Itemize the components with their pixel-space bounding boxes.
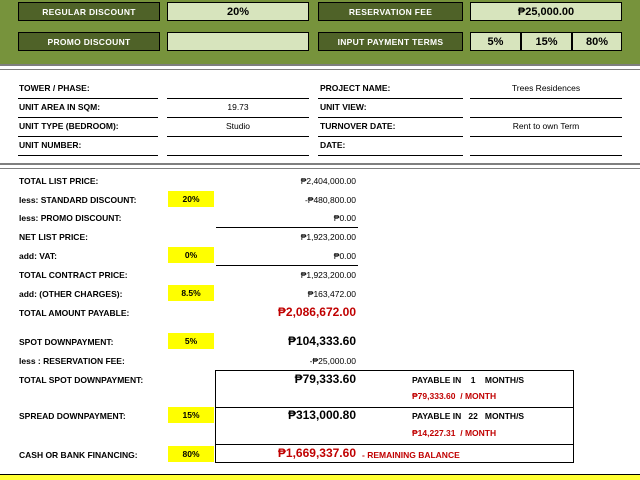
subtotal-line (216, 227, 358, 228)
total-spot-label: TOTAL SPOT DOWNPAYMENT: (19, 375, 144, 385)
regular-discount-label: REGULAR DISCOUNT (18, 2, 160, 21)
project-label: PROJECT NAME: (320, 83, 391, 93)
schedule-divider (215, 444, 574, 445)
row-line (470, 117, 622, 118)
total-spot-value: ₱79,333.60 (294, 372, 356, 386)
remaining-balance-note: - REMAINING BALANCE (362, 450, 460, 460)
row-line (18, 117, 158, 118)
payment-term-2[interactable]: 15% (521, 32, 572, 51)
row-line (167, 98, 309, 99)
payment-terms-label: INPUT PAYMENT TERMS (318, 32, 463, 51)
date-label: DATE: (320, 140, 346, 150)
total-spot-payable-text: PAYABLE IN 1 MONTH/S (412, 375, 525, 385)
payment-term-1[interactable]: 5% (470, 32, 521, 51)
section-divider (0, 64, 640, 70)
payment-term-3[interactable]: 80% (572, 32, 622, 51)
spread-monthly: ₱14,227.31 / MONTH (412, 428, 497, 438)
turnover-value[interactable]: Rent to own Term (470, 121, 622, 131)
bottom-strip (0, 474, 640, 480)
spot-dp-value: ₱104,333.60 (287, 334, 356, 348)
number-label: UNIT NUMBER: (19, 140, 82, 150)
tcp-label: TOTAL CONTRACT PRICE: (19, 270, 128, 280)
total-payable-value: ₱2,086,672.00 (277, 305, 356, 319)
financing-value: ₱1,669,337.60 (277, 446, 356, 460)
area-value[interactable]: 19.73 (167, 102, 309, 112)
promo-discount-row-value: ₱0.00 (333, 213, 356, 223)
res-fee-value: -₱25,000.00 (309, 356, 356, 366)
other-charges-pct[interactable]: 8.5% (168, 285, 214, 301)
row-line (318, 117, 463, 118)
spread-payable-text: PAYABLE IN 22 MONTH/S (412, 411, 525, 421)
financing-pct[interactable]: 80% (168, 446, 214, 462)
std-discount-label: less: STANDARD DISCOUNT: (19, 195, 137, 205)
row-line (167, 155, 309, 156)
row-line (470, 155, 622, 156)
other-charges-label: add: (OTHER CHARGES): (19, 289, 123, 299)
std-discount-value: -₱480,800.00 (304, 195, 356, 205)
std-discount-pct[interactable]: 20% (168, 191, 214, 207)
spread-dp-label: SPREAD DOWNPAYMENT: (19, 411, 126, 421)
total-list-price-value: ₱2,404,000.00 (300, 176, 356, 186)
reservation-fee-field[interactable]: ₱25,000.00 (470, 2, 622, 21)
vat-label: add: VAT: (19, 251, 57, 261)
total-payable-label: TOTAL AMOUNT PAYABLE: (19, 308, 130, 318)
project-value[interactable]: Trees Residences (470, 83, 622, 93)
spread-dp-pct[interactable]: 15% (168, 407, 214, 423)
row-line (18, 136, 158, 137)
financing-label: CASH OR BANK FINANCING: (19, 450, 138, 460)
vat-pct[interactable]: 0% (168, 247, 214, 263)
type-value[interactable]: Studio (167, 121, 309, 131)
row-line (318, 136, 463, 137)
view-label: UNIT VIEW: (320, 102, 367, 112)
total-list-price-label: TOTAL LIST PRICE: (19, 176, 99, 186)
spot-dp-pct[interactable]: 5% (168, 333, 214, 349)
row-line (167, 117, 309, 118)
section-divider (0, 163, 640, 169)
type-label: UNIT TYPE (BEDROOM): (19, 121, 119, 131)
net-list-price-label: NET LIST PRICE: (19, 232, 88, 242)
subtotal-line (216, 265, 358, 266)
promo-discount-label: PROMO DISCOUNT (18, 32, 160, 51)
row-line (318, 155, 463, 156)
row-line (470, 136, 622, 137)
row-line (18, 98, 158, 99)
reservation-fee-label: RESERVATION FEE (318, 2, 463, 21)
area-label: UNIT AREA IN SQM: (19, 102, 101, 112)
total-spot-monthly: ₱79,333.60 / MONTH (412, 391, 497, 401)
vat-value: ₱0.00 (333, 251, 356, 261)
tcp-value: ₱1,923,200.00 (300, 270, 356, 280)
regular-discount-field[interactable]: 20% (167, 2, 309, 21)
row-line (18, 155, 158, 156)
promo-discount-field[interactable] (167, 32, 309, 51)
turnover-label: TURNOVER DATE: (320, 121, 396, 131)
row-line (318, 98, 463, 99)
row-line (470, 98, 622, 99)
tower-label: TOWER / PHASE: (19, 83, 90, 93)
spread-dp-value: ₱313,000.80 (287, 408, 356, 422)
promo-discount-row-label: less: PROMO DISCOUNT: (19, 213, 122, 223)
res-fee-label: less : RESERVATION FEE: (19, 356, 125, 366)
net-list-price-value: ₱1,923,200.00 (300, 232, 356, 242)
spot-dp-label: SPOT DOWNPAYMENT: (19, 337, 114, 347)
other-charges-value: ₱163,472.00 (307, 289, 356, 299)
row-line (167, 136, 309, 137)
